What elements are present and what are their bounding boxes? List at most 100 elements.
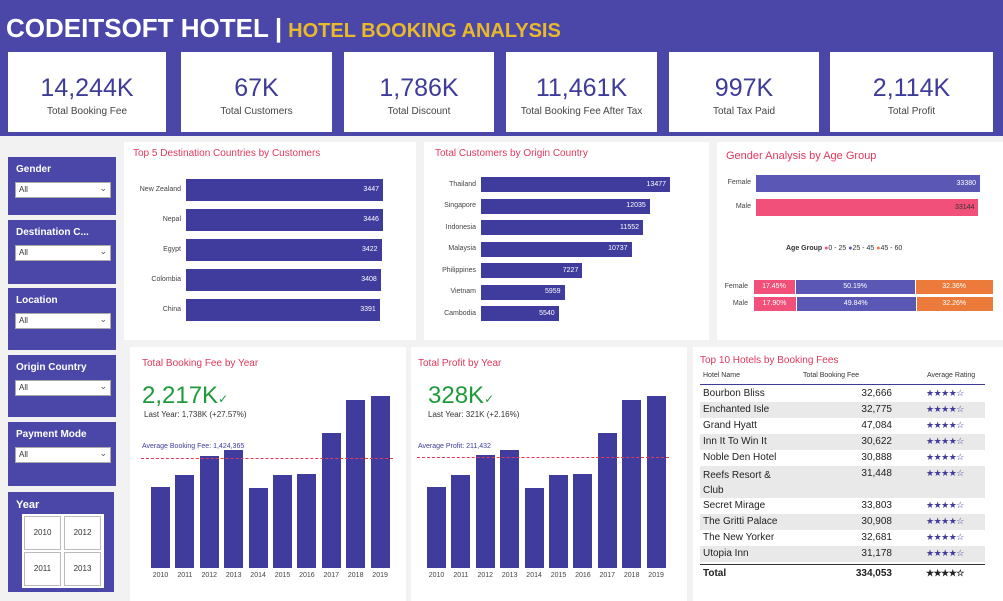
slicer-destination-country: Destination C... All ⌄ (8, 220, 116, 284)
booking-fee: 30,622 (861, 436, 892, 447)
slicer-origin-country: Origin Country All ⌄ (8, 355, 116, 417)
dashboard-title: CODEITSOFT HOTEL | HOTEL BOOKING ANALYSIS (6, 13, 561, 44)
table-row[interactable]: Grand Hyatt 47,084 ★★★★☆ (700, 418, 985, 434)
table-row[interactable]: The New Yorker 32,681 ★★★★☆ (700, 530, 985, 546)
hotel-name: Bourbon Bliss (703, 388, 765, 399)
destination-country-dropdown[interactable]: All ⌄ (15, 245, 111, 261)
column-header-fee: Total Booking Fee (803, 372, 860, 379)
chart-title: Top 5 Destination Countries by Customers (133, 148, 321, 159)
gender-dropdown[interactable]: All ⌄ (15, 182, 111, 198)
column-bar (273, 475, 292, 568)
column-bar (500, 450, 520, 568)
segment-value-label: 50.19% (843, 283, 867, 290)
hotel-name: Utopia Inn (703, 548, 749, 559)
segment-value-label: 17.45% (762, 283, 786, 290)
dropdown-value: All (19, 185, 28, 194)
kpi-label: Total Booking Fee (46, 106, 128, 117)
table-title: Top 10 Hotels by Booking Fees (700, 355, 839, 366)
dashboard-subtitle: HOTEL BOOKING ANALYSIS (288, 20, 561, 42)
booking-fee: 30,888 (861, 452, 892, 463)
bar-category-label: Male (735, 203, 751, 210)
header-divider (700, 384, 985, 385)
hotel-name: Secret Mirage (703, 500, 766, 511)
x-tick-label: 2012 (477, 572, 494, 579)
table-row[interactable]: Utopia Inn 31,178 ★★★★☆ (700, 546, 985, 562)
bar-category-label: Cambodia (444, 309, 476, 317)
x-tick-label: 2016 (299, 572, 315, 579)
table-row[interactable]: Inn It To Win It 30,622 ★★★★☆ (700, 434, 985, 450)
bar-value-label: 11552 (620, 223, 639, 231)
x-tick-label: 2011 (177, 572, 193, 579)
column-bar (346, 400, 366, 568)
bar-value-label: 3422 (361, 246, 378, 253)
x-tick-label: 2017 (323, 572, 340, 579)
slicer-label: Gender (16, 164, 52, 175)
bar-value-label: 3391 (360, 306, 376, 313)
hotel-name: Inn It To Win It (703, 436, 767, 447)
year-tile[interactable]: 2010 (24, 516, 61, 550)
kpi-card-total-customers: 67K Total Customers (181, 52, 332, 132)
location-dropdown[interactable]: All ⌄ (15, 313, 111, 329)
slicer-label: Payment Mode (16, 429, 87, 440)
dropdown-value: All (19, 383, 28, 392)
booking-fee: 33,803 (861, 500, 892, 511)
legend-title: Age Group (786, 245, 823, 252)
year-tile[interactable]: 2012 (64, 516, 101, 550)
rating-stars-icon: ★★★★☆ (926, 468, 964, 478)
column-bar (622, 399, 642, 568)
x-tick-label: 2019 (648, 572, 664, 579)
payment-mode-dropdown[interactable]: All ⌄ (15, 447, 111, 463)
bar-category-label: New Zealand (139, 186, 181, 193)
total-divider (700, 564, 985, 565)
slicer-location: Location All ⌄ (8, 288, 116, 350)
table-row[interactable]: The Gritti Palace 30,908 ★★★★☆ (700, 514, 985, 530)
kpi-value: 997K (714, 74, 774, 102)
bar-category-label: Egypt (163, 246, 181, 253)
rating-stars-icon: ★★★★☆ (926, 500, 964, 510)
kpi-value: 14,244K (40, 74, 134, 102)
bar-value-label: 33380 (956, 180, 976, 187)
column-bar (199, 455, 219, 568)
year-tile[interactable]: 2013 (64, 552, 101, 586)
booking-fee: 32,775 (861, 404, 892, 415)
rating-stars-icon: ★★★★☆ (926, 388, 964, 398)
chevron-down-icon: ⌄ (99, 314, 107, 324)
slicer-payment-mode: Payment Mode All ⌄ (8, 422, 116, 486)
dropdown-value: All (19, 248, 28, 257)
chevron-down-icon: ⌄ (99, 246, 107, 256)
chart-title: Total Booking Fee by Year (142, 358, 259, 369)
kpi-card-booking-fee-after-tax: 11,461K Total Booking Fee After Tax (506, 52, 657, 132)
x-tick-label: 2013 (501, 572, 518, 579)
chart-title: Total Profit by Year (418, 358, 502, 369)
booking-fee: 47,084 (861, 420, 892, 431)
table-row[interactable]: Reefs Resort & Club 31,448 ★★★★☆ (700, 466, 985, 498)
year-tile[interactable]: 2011 (24, 552, 61, 586)
kpi-number: 2,217K (142, 382, 219, 409)
bar-category-label: Indonesia (445, 223, 476, 231)
table-row[interactable]: Bourbon Bliss 32,666 ★★★★☆ (700, 386, 985, 402)
column-bar (573, 473, 593, 568)
origin-country-dropdown[interactable]: All ⌄ (15, 380, 111, 396)
year-tile-grid: 2010 2012 2011 2013 (22, 514, 104, 588)
x-tick-label: 2017 (599, 572, 616, 579)
x-tick-label: 2012 (201, 572, 218, 579)
hotel-name: The Gritti Palace (703, 516, 778, 527)
kpi-value: 11,461K (535, 74, 628, 102)
x-tick-label: 2014 (526, 572, 542, 579)
reference-line-label: Average Booking Fee: 1,424,365 (142, 443, 245, 450)
bar-value-label: 12035 (626, 202, 646, 209)
column-bar (597, 432, 617, 568)
bar-category-label: Female (727, 179, 751, 186)
legend-item: 45 - 60 (880, 245, 903, 252)
column-bar (646, 396, 666, 568)
bar-category-label: Nepal (162, 216, 181, 223)
chevron-down-icon: ⌄ (99, 183, 107, 193)
segment-value-label: 49.84% (843, 300, 868, 307)
booking-fee: 32,666 (861, 388, 892, 399)
kpi-label: Total Booking Fee After Tax (520, 106, 643, 117)
table-row[interactable]: Noble Den Hotel 30,888 ★★★★☆ (700, 450, 985, 466)
table-row[interactable]: Enchanted Isle 32,775 ★★★★☆ (700, 402, 985, 418)
x-tick-label: 2019 (372, 572, 388, 579)
kpi-label: Total Tax Paid (712, 106, 776, 117)
table-row[interactable]: Secret Mirage 33,803 ★★★★☆ (700, 498, 985, 514)
